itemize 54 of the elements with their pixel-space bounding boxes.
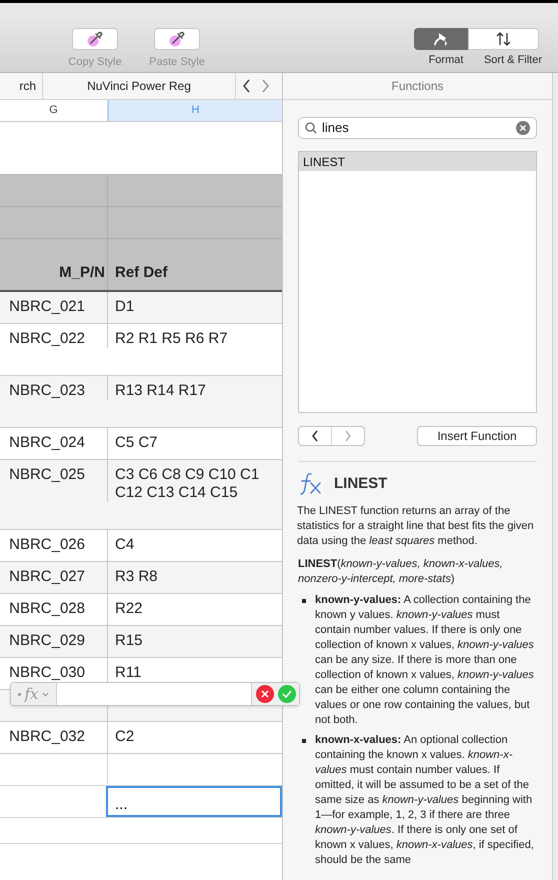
table-cell: NBRC_023	[9, 382, 85, 400]
table-cell: NBRC_029	[9, 632, 85, 650]
function-name: LINEST	[334, 474, 388, 494]
result-item[interactable]: LINEST	[299, 152, 536, 171]
table-cell-text: C4	[115, 536, 136, 554]
table-cell: NBRC_024	[9, 434, 85, 452]
style-button[interactable]	[72, 28, 118, 50]
eyedropper-icon	[168, 30, 186, 48]
search-icon	[305, 122, 317, 134]
cancel-icon[interactable]	[256, 685, 274, 703]
view-label: Format	[428, 53, 464, 68]
search-field[interactable]: lines	[298, 117, 537, 139]
sheet-tab[interactable]: NuVinci Power Reg	[43, 73, 236, 99]
format-tab[interactable]	[414, 28, 468, 50]
argument-description: known-x-values: An optional collection containing the known x values. known-x-values must contain number values. If omitted, it will be assumed to be a set of the same size as known-y-values beginning with 1—for example, 1, 2, 3 if there are three known-y-values. If there is only one set of known x values, known-x-values, if specified, should be the same	[315, 733, 535, 868]
view-label: Sort & Filter	[482, 53, 544, 68]
table-cell-text: R11	[115, 664, 142, 682]
bullet-icon	[302, 739, 306, 743]
table-cell: NBRC_021	[9, 298, 85, 316]
header-cell-text: Ref Def	[115, 262, 168, 282]
button-label: Paste Style	[149, 55, 205, 70]
eyedropper-icon	[86, 30, 104, 48]
sort-filter-tab[interactable]	[468, 28, 539, 50]
chevron-icon	[42, 692, 48, 696]
table-cell[interactable]: ...	[106, 786, 282, 817]
paintbrush-icon	[433, 32, 449, 46]
clear-icon[interactable]	[516, 121, 530, 135]
sort-arrows-icon	[496, 32, 512, 46]
header-cell-text: M_P/N	[59, 262, 105, 282]
table-cell: NBRC_027	[9, 568, 85, 586]
table-cell-text: R22	[115, 600, 144, 618]
panel-title: Functions	[283, 73, 552, 100]
table-cell-text: C5 C7	[115, 434, 159, 452]
table-cell: NBRC_032	[9, 728, 85, 746]
table-cell: NBRC_025	[9, 466, 85, 484]
table-cell: NBRC_028	[9, 600, 85, 618]
table-cell-text: R3 R8	[115, 568, 159, 586]
button-label: Copy Style	[68, 55, 122, 70]
function-syntax: LINEST(known-y-values, known-x-values, nonzero-y-intercept, more-stats)	[298, 557, 504, 587]
insert-function-button[interactable]: Insert Function	[417, 426, 537, 446]
sheet-tab[interactable]: rch	[0, 73, 43, 99]
bullet-icon	[302, 599, 306, 603]
table-cell-text: C2	[115, 728, 136, 746]
function-description: The LINEST function returns an array of the statistics for a straight line that best fits the given data using the least squares method.	[297, 504, 535, 549]
table-cell-text: C3 C6 C8 C9 C10 C1 C12 C13 C14 C15	[115, 466, 260, 502]
table-cell: NBRC_030	[9, 664, 85, 682]
style-button[interactable]	[154, 28, 200, 50]
argument-description: known-y-values: A collection containing the known y values. known-y-values must contain number values. If there is only one collection of known x values, known-y-values can be any size. If there is more than one collection of known x values, known-y-values can be either one column containing the values or one row containing the values, but not both.	[315, 593, 535, 728]
table-cell-text: R2 R1 R5 R6 R7	[115, 330, 229, 348]
table-cell-text: R15	[115, 632, 144, 650]
table-cell: NBRC_026	[9, 536, 85, 554]
table-cell-text: D1	[115, 298, 136, 316]
table-cell-text: R13 R14 R17	[115, 382, 207, 400]
table-cell: NBRC_022	[9, 330, 85, 348]
